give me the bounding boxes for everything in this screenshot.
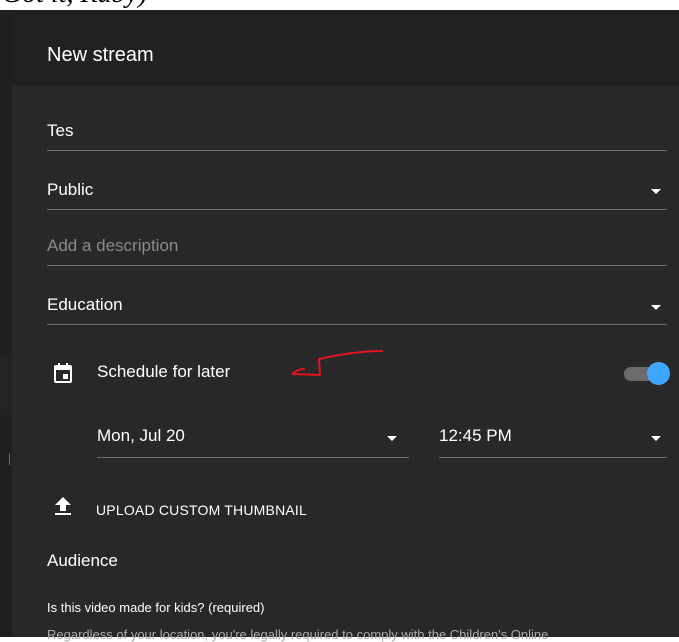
background-text-fragment: Got it, Ruby) <box>0 0 679 10</box>
date-value: Mon, Jul 20 <box>97 426 185 445</box>
dialog-title: New stream <box>47 44 154 66</box>
category-select[interactable]: Education <box>47 286 667 325</box>
toggle-thumb <box>647 362 670 385</box>
upload-custom-thumbnail-button[interactable]: UPLOAD CUSTOM THUMBNAIL <box>96 502 307 518</box>
date-select[interactable]: Mon, Jul 20 <box>97 416 409 458</box>
description-field[interactable]: Add a description <box>47 230 667 266</box>
time-select[interactable]: 12:45 PM <box>439 416 667 458</box>
schedule-toggle[interactable] <box>624 362 670 385</box>
stream-title-field[interactable]: Tes <box>47 110 667 151</box>
schedule-for-later-label: Schedule for later <box>97 362 231 381</box>
category-value: Education <box>47 295 123 314</box>
left-strip-segment <box>0 355 12 415</box>
time-value: 12:45 PM <box>439 426 512 445</box>
calendar-icon <box>54 363 72 383</box>
visibility-select[interactable]: Public <box>47 170 667 210</box>
made-for-kids-question: Is this video made for kids? (required) <box>47 600 265 615</box>
caret-down-icon <box>651 305 661 310</box>
left-strip-mark <box>9 453 10 465</box>
new-stream-dialog: New stream Tes Public Add a description … <box>12 10 679 642</box>
upload-icon <box>55 497 71 515</box>
caret-down-icon <box>651 436 661 441</box>
red-annotation-arrow <box>292 350 383 376</box>
caret-down-icon <box>651 189 661 194</box>
left-background-strip <box>0 10 12 637</box>
description-placeholder: Add a description <box>47 236 179 255</box>
visibility-value: Public <box>47 180 94 199</box>
audience-heading: Audience <box>47 551 118 570</box>
caret-down-icon <box>387 436 397 441</box>
background-text: Got it, Ruby) <box>2 0 147 10</box>
stream-title-value: Tes <box>47 121 74 140</box>
legal-notice-text: Regardless of your location, you're lega… <box>47 627 549 642</box>
dialog-header: New stream <box>12 10 679 86</box>
